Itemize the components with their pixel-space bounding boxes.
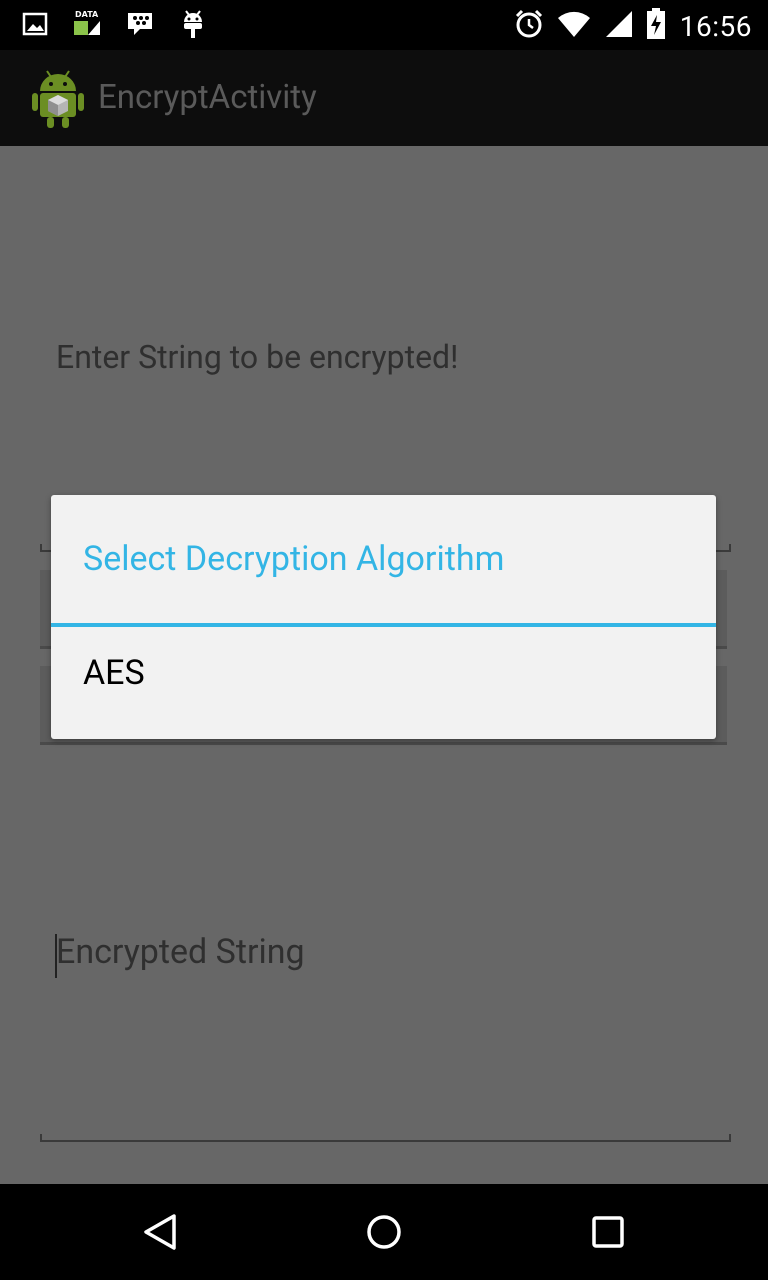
dialog-item-label: AES — [83, 653, 145, 693]
status-bar: DATA 16:56 — [0, 0, 768, 50]
encrypted-string-placeholder: Encrypted String — [56, 932, 305, 972]
algorithm-dialog: Select Decryption Algorithm AES — [51, 495, 716, 739]
system-icons: 16:56 — [502, 8, 752, 44]
gallery-icon — [22, 12, 48, 40]
android-app-icon[interactable] — [32, 69, 84, 129]
cell-signal-icon — [604, 9, 634, 43]
battery-charging-icon — [646, 8, 666, 44]
dialog-item-aes[interactable]: AES — [51, 627, 716, 735]
page-title: EncryptActivity — [98, 78, 317, 117]
back-icon[interactable] — [140, 1212, 180, 1252]
svg-text:DATA: DATA — [75, 10, 99, 19]
mobile-data-icon: DATA — [72, 9, 102, 43]
notification-icons: DATA — [22, 8, 230, 44]
alarm-icon — [514, 8, 544, 44]
prompt-label: Enter String to be encrypted! — [56, 338, 459, 376]
wifi-icon — [556, 10, 592, 42]
clock: 16:56 — [679, 9, 752, 43]
bbm-icon — [126, 10, 156, 42]
action-bar: EncryptActivity — [0, 50, 768, 146]
encrypted-string-field[interactable]: Encrypted String — [40, 916, 727, 1144]
encrypted-field-underline — [40, 1134, 731, 1142]
navigation-bar — [0, 1184, 768, 1280]
recents-icon[interactable] — [588, 1212, 628, 1252]
dialog-title: Select Decryption Algorithm — [83, 539, 505, 579]
home-icon[interactable] — [364, 1212, 404, 1252]
android-debug-icon — [180, 8, 206, 44]
